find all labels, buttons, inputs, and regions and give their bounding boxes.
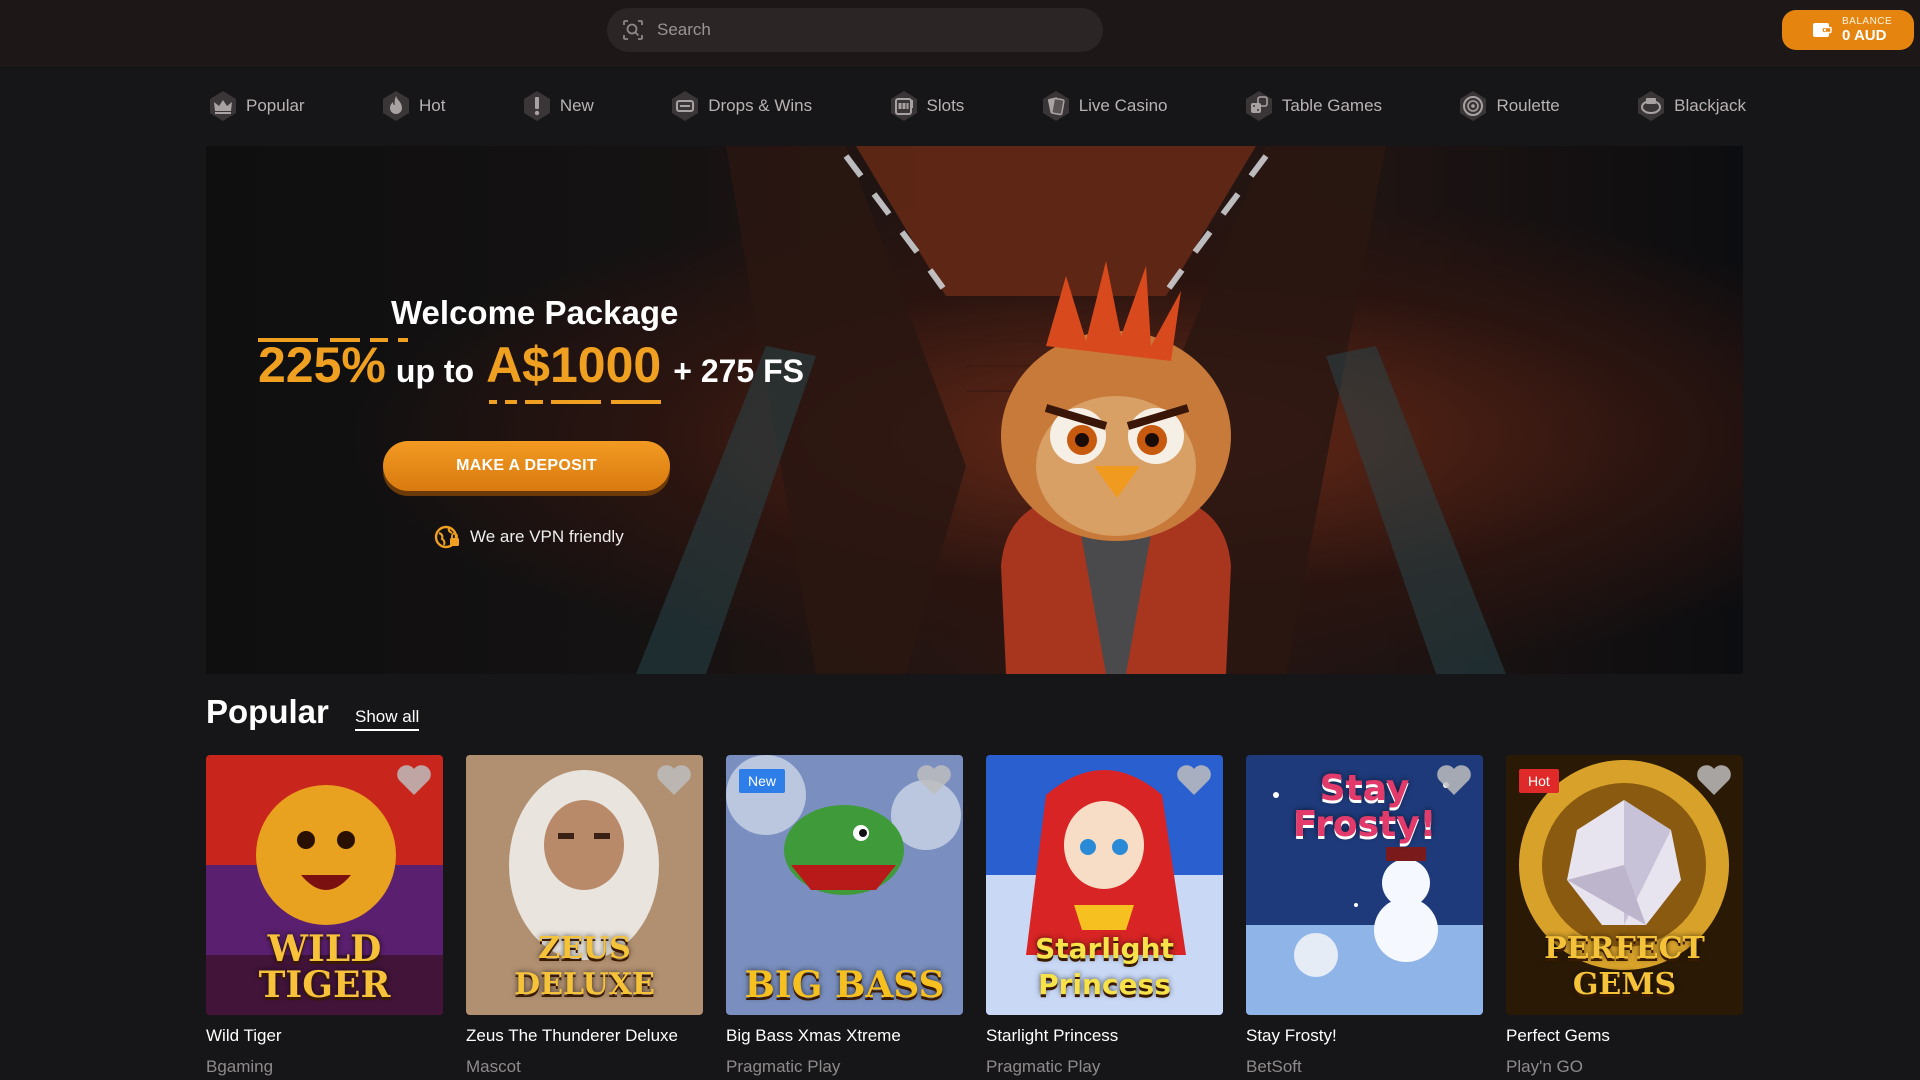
drops-wins-icon	[672, 91, 699, 121]
blackjack-icon	[1638, 91, 1665, 121]
nav-label: Table Games	[1281, 96, 1383, 115]
game-thumbnail[interactable]: BIG BASS New	[726, 755, 963, 1015]
nav-new[interactable]: New	[520, 84, 594, 128]
game-thumbnail[interactable]: ZEUS DELUXE	[466, 755, 703, 1015]
vpn-text: We are VPN friendly	[470, 527, 624, 546]
nav-label: Blackjack	[1674, 96, 1746, 115]
game-name[interactable]: Wild Tiger	[206, 1026, 282, 1046]
game-card[interactable]: ZEUS DELUXE Zeus The Thunderer Deluxe Ma…	[466, 755, 703, 1080]
game-name[interactable]: Perfect Gems	[1506, 1026, 1610, 1046]
balance-value: 0 AUD	[1842, 26, 1887, 44]
heart-icon[interactable]	[1435, 763, 1473, 797]
game-card[interactable]: Starlight Princess Starlight Princess Pr…	[986, 755, 1223, 1080]
offer-percent: 225%	[258, 337, 386, 393]
game-logo-text: BIG BASS	[744, 964, 945, 1006]
game-thumbnail[interactable]: PERFECT GEMS Hot	[1506, 755, 1743, 1015]
section-title-popular: Popular	[206, 693, 329, 730]
nav-live-casino[interactable]: Live Casino	[1039, 84, 1168, 128]
game-logo-text: Starlight Princess	[1035, 932, 1174, 1001]
offer-free-spins: + 275 FS	[673, 353, 804, 389]
heart-icon[interactable]	[915, 763, 953, 797]
nav-label: Popular	[246, 96, 305, 115]
hero-background-art	[636, 146, 1506, 674]
flame-icon	[382, 91, 409, 121]
game-card[interactable]: PERFECT GEMS Hot Perfect Gems Play'n GO	[1506, 755, 1743, 1080]
nav-blackjack[interactable]: Blackjack	[1634, 84, 1746, 128]
game-card[interactable]: BIG BASS New Big Bass Xmas Xtreme Pragma…	[726, 755, 963, 1080]
game-logo-text: WILD TIGER	[258, 928, 391, 1006]
game-thumbnail[interactable]: Stay Frosty!	[1246, 755, 1483, 1015]
crown-icon	[210, 91, 236, 121]
globe-lock-icon	[434, 525, 459, 549]
nav-popular[interactable]: Popular	[206, 84, 305, 128]
roulette-icon	[1460, 91, 1487, 121]
nav-label: Drops & Wins	[708, 96, 813, 115]
exclamation-icon	[523, 91, 550, 121]
nav-label: Live Casino	[1078, 96, 1168, 115]
nav-label: Slots	[926, 96, 965, 115]
offer-up-to: up to	[395, 353, 475, 389]
game-card[interactable]: WILD TIGER Wild Tiger Bgaming	[206, 755, 443, 1080]
nav-label: Roulette	[1496, 96, 1560, 115]
hero-banner: Welcome Package 225% up to A$1000 + 275 …	[206, 146, 1743, 674]
game-provider: Play'n GO	[1506, 1057, 1583, 1076]
hero-title: Welcome Package	[391, 294, 679, 331]
hero-offer: 225% up to A$1000 + 275 FS	[258, 336, 804, 394]
balance-button[interactable]: BALANCE 0 AUD	[1782, 10, 1914, 50]
game-provider: Pragmatic Play	[726, 1057, 841, 1076]
nav-table-games[interactable]: Table Games	[1242, 84, 1382, 128]
game-thumbnail[interactable]: Starlight Princess	[986, 755, 1223, 1015]
vpn-friendly-note: We are VPN friendly	[434, 524, 624, 550]
top-bar: BALANCE 0 AUD	[0, 0, 1920, 66]
wallet-icon	[1813, 23, 1832, 37]
games-row: WILD TIGER Wild Tiger Bgaming ZEUS DELUX…	[206, 755, 1743, 1080]
slot-machine-icon	[890, 91, 917, 121]
heart-icon[interactable]	[655, 763, 693, 797]
search-icon	[623, 20, 643, 40]
game-name[interactable]: Zeus The Thunderer Deluxe	[466, 1026, 678, 1046]
nav-roulette[interactable]: Roulette	[1456, 84, 1560, 128]
heart-icon[interactable]	[1175, 763, 1213, 797]
game-provider: BetSoft	[1246, 1057, 1302, 1076]
offer-amount: A$1000	[486, 337, 662, 393]
nav-label: New	[559, 96, 594, 115]
show-all-link[interactable]: Show all	[355, 707, 420, 731]
heart-icon[interactable]	[395, 763, 433, 797]
make-deposit-button[interactable]: MAKE A DEPOSIT	[383, 441, 670, 491]
game-logo-text: ZEUS DELUXE	[514, 931, 655, 1002]
tag-new: New	[739, 769, 786, 793]
tag-hot: Hot	[1519, 769, 1559, 793]
nav-label: Hot	[418, 96, 446, 115]
game-name[interactable]: Stay Frosty!	[1246, 1026, 1337, 1046]
search-box[interactable]	[607, 8, 1103, 52]
game-provider: Pragmatic Play	[986, 1057, 1101, 1076]
balance-label: BALANCE	[1842, 15, 1893, 27]
game-name[interactable]: Starlight Princess	[986, 1026, 1118, 1046]
nav-hot[interactable]: Hot	[379, 84, 445, 128]
nav-slots[interactable]: Slots	[887, 84, 965, 128]
game-name[interactable]: Big Bass Xmas Xtreme	[726, 1026, 901, 1046]
game-logo-text: PERFECT GEMS	[1544, 931, 1705, 1002]
dice-icon	[1245, 91, 1272, 121]
heart-icon[interactable]	[1695, 763, 1733, 797]
nav-drops-wins[interactable]: Drops & Wins	[668, 84, 812, 128]
game-provider: Bgaming	[206, 1057, 274, 1076]
search-input[interactable]	[655, 19, 1075, 41]
category-nav: Popular Hot New Drops & Wins Slots Live …	[206, 84, 1746, 128]
game-provider: Mascot	[466, 1057, 521, 1076]
game-thumbnail[interactable]: WILD TIGER	[206, 755, 443, 1015]
playing-cards-icon	[1042, 91, 1069, 121]
decor-dashes	[489, 400, 661, 404]
game-card[interactable]: Stay Frosty! Stay Frosty! BetSoft	[1246, 755, 1483, 1080]
